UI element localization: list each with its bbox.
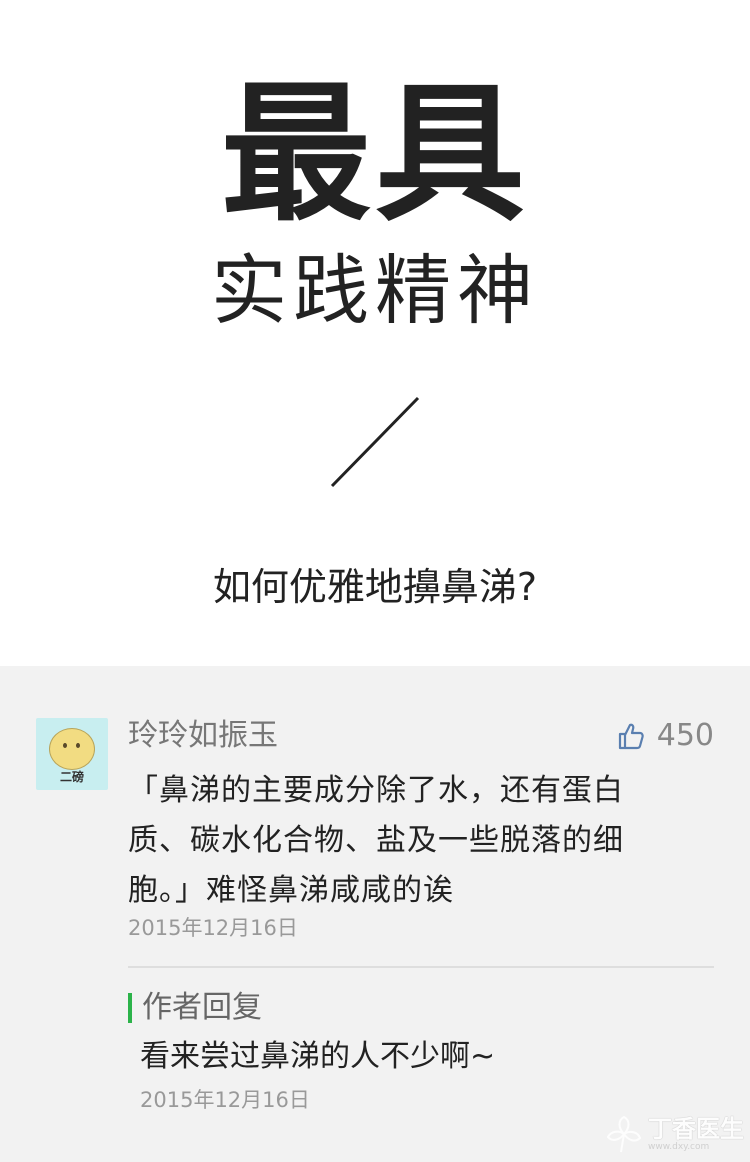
watermark-url: www.dxy.com <box>648 1142 710 1152</box>
comment-username[interactable]: 玲玲如振玉 <box>128 716 278 756</box>
reply-text: 看来尝过鼻涕的人不少啊~ <box>140 1039 496 1074</box>
comment-date: 2015年12月16日 <box>128 916 298 940</box>
article-question: 如何优雅地擤鼻涕? <box>212 565 538 609</box>
watermark-name: 丁香医生 <box>648 1115 744 1143</box>
avatar-caption: 二磅 <box>59 770 84 784</box>
reply-label: 作者回复 <box>142 990 262 1025</box>
article-hero: 最具 实践精神 如何优雅地擤鼻涕? <box>0 0 750 666</box>
hero-title-sub: 实践精神 <box>211 246 539 335</box>
comment-text: 「鼻涕的主要成分除了水，还有蛋白质、碳水化合物、盐及一些脱落的细胞。」难怪鼻涕咸… <box>128 773 624 908</box>
flower-logo-icon <box>606 1115 642 1153</box>
comment-divider <box>128 966 714 968</box>
watermark: 丁香医生 www.dxy.com <box>604 1114 744 1154</box>
avatar-eye-left <box>63 743 67 748</box>
like-count: 450 <box>656 718 714 753</box>
avatar[interactable]: 二磅 <box>36 718 108 790</box>
reply-accent-bar <box>128 993 132 1023</box>
slash-divider-icon <box>330 396 420 488</box>
comment-panel: 二磅 玲玲如振玉 450 「鼻涕的主要成分除了水，还有蛋白质、碳水化合物、盐及一… <box>0 666 750 1162</box>
reply-date: 2015年12月16日 <box>140 1088 310 1112</box>
thumbs-up-icon <box>618 723 644 750</box>
watermark-text: 丁香医生 www.dxy.com <box>648 1116 744 1152</box>
avatar-eye-right <box>76 743 80 748</box>
reply-header: 作者回复 <box>128 988 262 1028</box>
like-button[interactable]: 450 <box>617 716 714 756</box>
avatar-face-icon <box>49 728 95 770</box>
hero-title-big: 最具 <box>220 68 529 242</box>
